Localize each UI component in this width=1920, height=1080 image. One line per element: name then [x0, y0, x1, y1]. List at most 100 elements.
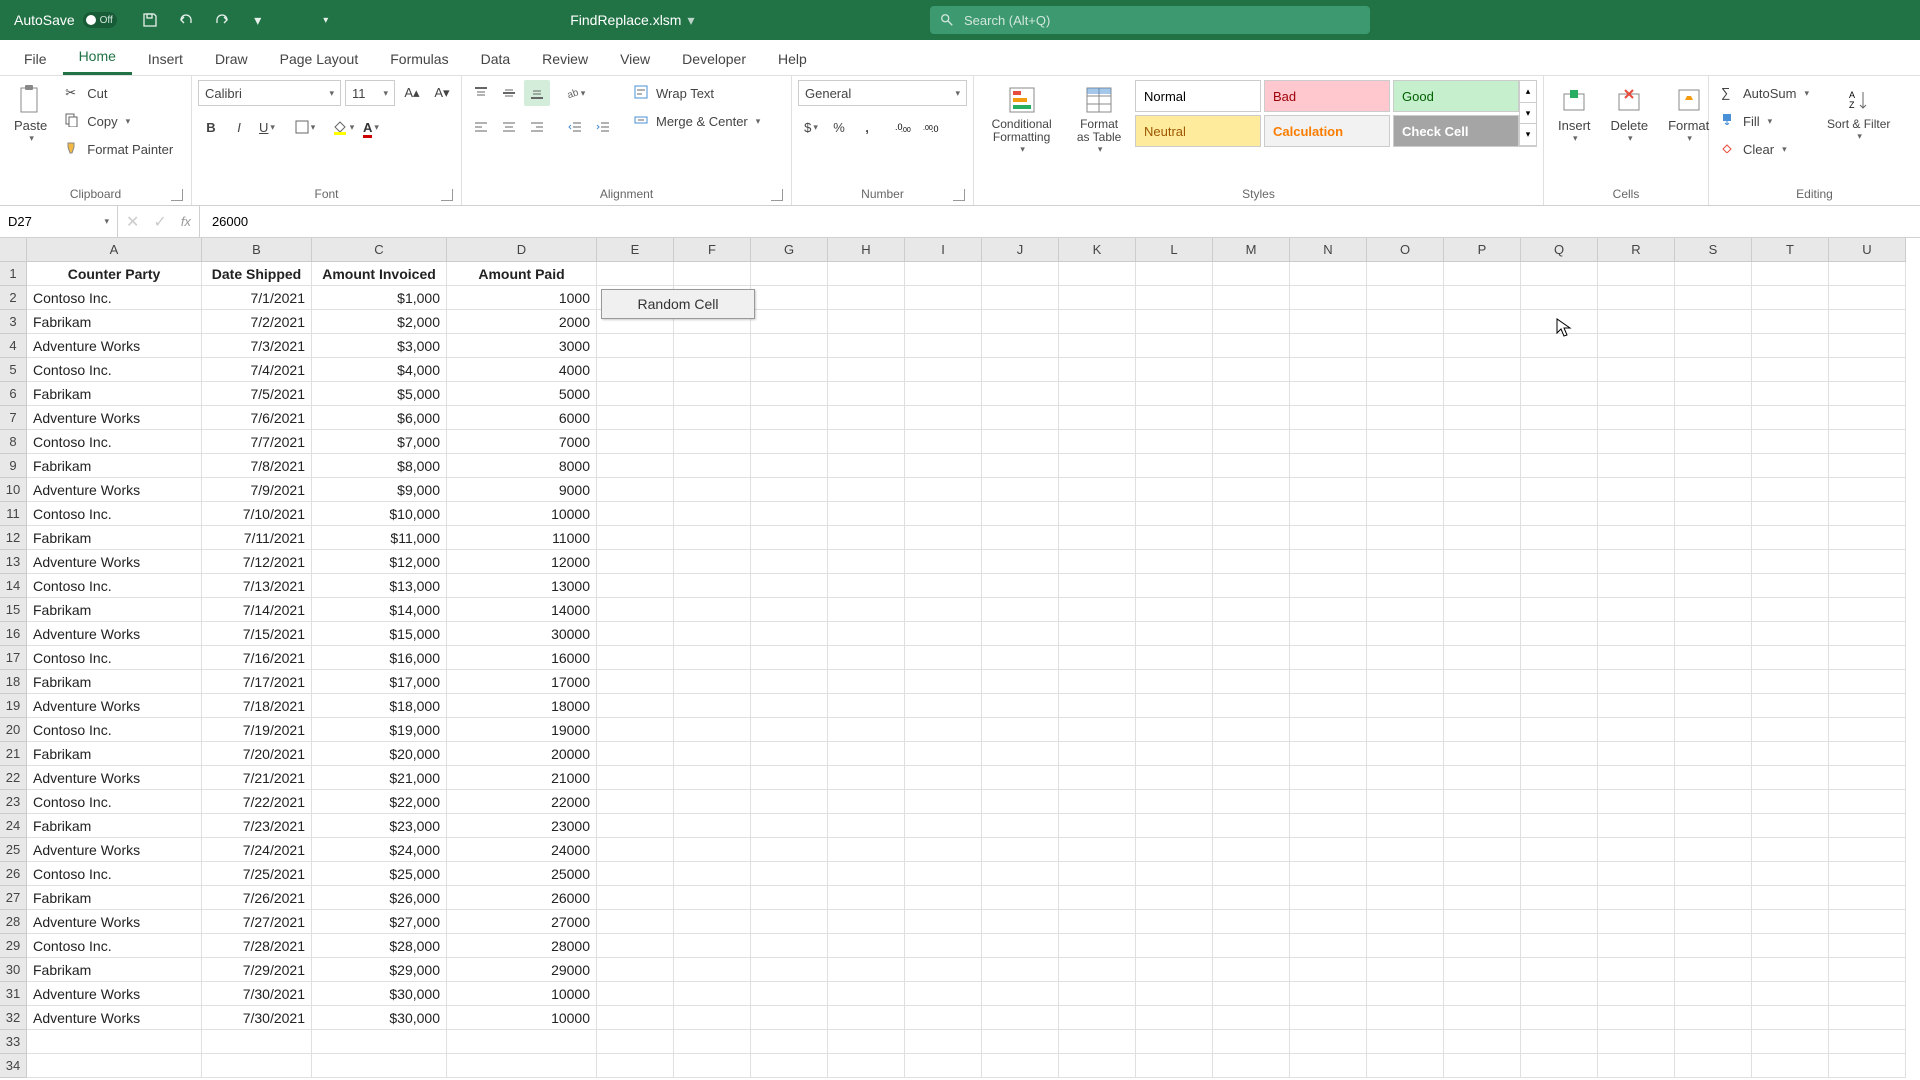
cell[interactable]: [1598, 406, 1675, 430]
autosum-button[interactable]: ∑AutoSum▾: [1715, 80, 1815, 106]
cell[interactable]: [1367, 862, 1444, 886]
cell[interactable]: [1598, 790, 1675, 814]
cell[interactable]: [1444, 1054, 1521, 1078]
align-middle-icon[interactable]: [496, 80, 522, 106]
column-header[interactable]: L: [1136, 238, 1213, 262]
tab-page-layout[interactable]: Page Layout: [264, 43, 375, 75]
cell[interactable]: 28000: [447, 934, 597, 958]
cell[interactable]: [1829, 310, 1906, 334]
cell[interactable]: [1444, 262, 1521, 286]
cell[interactable]: [828, 742, 905, 766]
cell[interactable]: [1136, 982, 1213, 1006]
cell[interactable]: $30,000: [312, 982, 447, 1006]
cell[interactable]: 7/20/2021: [202, 742, 312, 766]
sort-filter-button[interactable]: AZSort & Filter▾: [1819, 80, 1898, 146]
search-box[interactable]: Search (Alt+Q): [930, 6, 1370, 34]
font-name-combo[interactable]: Calibri▾: [198, 80, 341, 106]
cell[interactable]: Amount Invoiced: [312, 262, 447, 286]
cell[interactable]: [1367, 886, 1444, 910]
cell[interactable]: [828, 934, 905, 958]
cell[interactable]: [1675, 526, 1752, 550]
gallery-down-icon[interactable]: ▾: [1520, 103, 1536, 125]
cell[interactable]: 17000: [447, 670, 597, 694]
cell[interactable]: [1675, 958, 1752, 982]
cell[interactable]: [828, 478, 905, 502]
cell[interactable]: 16000: [447, 646, 597, 670]
cell[interactable]: [1213, 598, 1290, 622]
cell[interactable]: 7/22/2021: [202, 790, 312, 814]
cell[interactable]: [828, 406, 905, 430]
cell[interactable]: [1752, 694, 1829, 718]
cell[interactable]: [1675, 574, 1752, 598]
cell[interactable]: [1444, 598, 1521, 622]
cell[interactable]: [828, 718, 905, 742]
fx-icon[interactable]: fx: [181, 214, 191, 229]
fill-button[interactable]: Fill▾: [1715, 108, 1815, 134]
cell[interactable]: 7/29/2021: [202, 958, 312, 982]
cell[interactable]: [597, 1030, 674, 1054]
cell[interactable]: Adventure Works: [27, 694, 202, 718]
cell[interactable]: [597, 430, 674, 454]
cell[interactable]: [828, 526, 905, 550]
increase-font-icon[interactable]: A▴: [399, 80, 425, 106]
cell[interactable]: [27, 1054, 202, 1078]
cell[interactable]: [1521, 1006, 1598, 1030]
cell[interactable]: [1290, 934, 1367, 958]
cell[interactable]: [1213, 310, 1290, 334]
number-launcher[interactable]: [953, 189, 965, 201]
row-header[interactable]: 26: [0, 862, 27, 886]
cell[interactable]: [1367, 406, 1444, 430]
row-header[interactable]: 3: [0, 310, 27, 334]
align-right-icon[interactable]: [524, 114, 550, 140]
cell[interactable]: [828, 358, 905, 382]
cell[interactable]: [905, 862, 982, 886]
cell[interactable]: [828, 694, 905, 718]
cell[interactable]: $6,000: [312, 406, 447, 430]
cell[interactable]: [905, 526, 982, 550]
cell[interactable]: [1367, 286, 1444, 310]
cell[interactable]: [828, 430, 905, 454]
cell[interactable]: [1675, 1030, 1752, 1054]
cell[interactable]: [751, 718, 828, 742]
cell[interactable]: [674, 526, 751, 550]
cell[interactable]: [1136, 430, 1213, 454]
cell[interactable]: [1444, 742, 1521, 766]
cell[interactable]: [597, 1054, 674, 1078]
cell[interactable]: [1213, 502, 1290, 526]
cell[interactable]: 22000: [447, 790, 597, 814]
cell[interactable]: [982, 478, 1059, 502]
cell[interactable]: [1752, 1006, 1829, 1030]
cell[interactable]: [982, 670, 1059, 694]
cell[interactable]: $1,000: [312, 286, 447, 310]
row-header[interactable]: 25: [0, 838, 27, 862]
cell[interactable]: [1521, 862, 1598, 886]
cell[interactable]: [905, 886, 982, 910]
cell[interactable]: [1598, 430, 1675, 454]
cell[interactable]: [1752, 886, 1829, 910]
cell[interactable]: [751, 814, 828, 838]
underline-button[interactable]: U▾: [254, 114, 280, 140]
cell[interactable]: [1829, 622, 1906, 646]
column-header[interactable]: R: [1598, 238, 1675, 262]
cell[interactable]: [674, 502, 751, 526]
cell[interactable]: [828, 454, 905, 478]
cell[interactable]: [1598, 1006, 1675, 1030]
cell[interactable]: [1829, 886, 1906, 910]
cell[interactable]: [597, 358, 674, 382]
cell[interactable]: [1675, 310, 1752, 334]
cell[interactable]: [674, 718, 751, 742]
cell[interactable]: [1829, 478, 1906, 502]
cell[interactable]: [905, 670, 982, 694]
cell[interactable]: 21000: [447, 766, 597, 790]
cell[interactable]: [1367, 262, 1444, 286]
cell[interactable]: [905, 718, 982, 742]
cell[interactable]: [1136, 958, 1213, 982]
cell[interactable]: [1675, 718, 1752, 742]
cell[interactable]: [828, 550, 905, 574]
row-header[interactable]: 11: [0, 502, 27, 526]
cell[interactable]: [597, 862, 674, 886]
cell[interactable]: [751, 958, 828, 982]
cell[interactable]: [1367, 334, 1444, 358]
cell[interactable]: $2,000: [312, 310, 447, 334]
cell[interactable]: [1444, 1006, 1521, 1030]
